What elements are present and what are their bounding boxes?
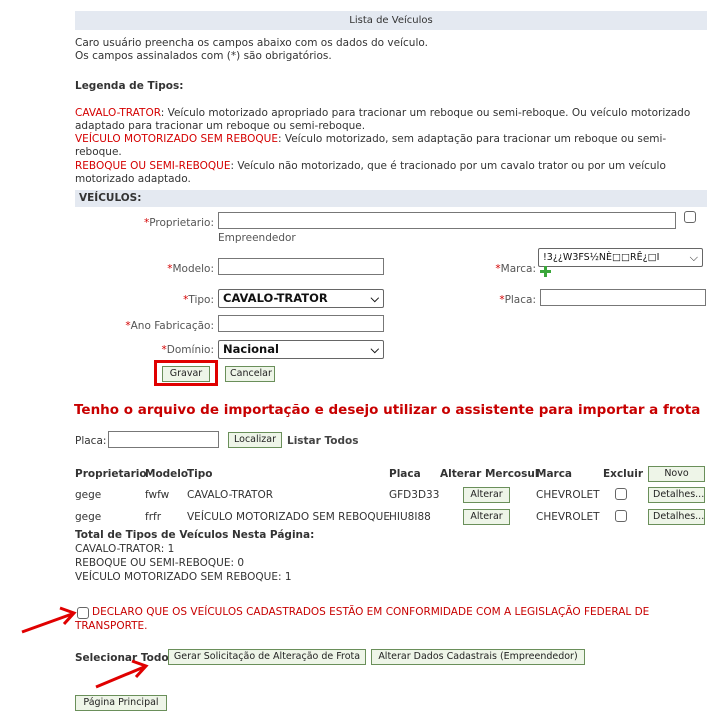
listar-todos-link[interactable]: Listar Todos <box>287 435 358 447</box>
gerar-solicitacao-button[interactable]: Gerar Solicitação de Alteração de Frota <box>168 649 366 665</box>
detalhes-button[interactable]: Detalhes... <box>648 509 705 525</box>
totals-heading: Total de Tipos de Veículos Nesta Página: <box>75 529 315 541</box>
col-header-placa: Placa <box>389 468 421 480</box>
placa-label: *Placa: <box>499 294 536 306</box>
dominio-select-value: Nacional <box>223 342 279 356</box>
tipo-select[interactable]: CAVALO-TRATOR ⌵ <box>218 289 384 308</box>
red-arrow-icon <box>92 655 152 691</box>
red-arrow-icon <box>20 600 80 636</box>
legend-reboque-term: REBOQUE OU SEMI-REBOQUE <box>75 160 231 172</box>
col-header-tipo: Tipo <box>187 468 213 480</box>
col-header-alterar-mercosul: Alterar Mercosul <box>440 468 539 480</box>
legend-cavalo: CAVALO-TRATOR: Veículo motorizado apropr… <box>75 107 690 119</box>
chevron-down-icon: ⌵ <box>370 343 379 356</box>
intro-line-1: Caro usuário preencha os campos abaixo c… <box>75 37 428 49</box>
legend-cavalo-cont: adaptado para tracionar um reboque ou se… <box>75 120 366 132</box>
legend-cavalo-term: CAVALO-TRATOR <box>75 107 161 119</box>
legend-heading: Legenda de Tipos: <box>75 80 184 92</box>
ano-fabricacao-input[interactable] <box>218 315 384 332</box>
ano-fabricacao-label: *Ano Fabricação: <box>125 320 214 332</box>
marca-select-value: !3¿¿W3FS½NÈ□□RÊ¿□I <box>543 252 660 263</box>
col-header-modelo: Modelo <box>145 468 189 480</box>
excluir-checkbox[interactable] <box>615 488 627 500</box>
row-placa: GFD3D33 <box>389 489 440 501</box>
tipo-select-value: CAVALO-TRATOR <box>223 291 328 305</box>
search-placa-input[interactable] <box>108 431 219 448</box>
marca-label: *Marca: <box>495 263 536 275</box>
pagina-principal-button[interactable]: Página Principal <box>75 695 167 711</box>
localizar-button[interactable]: Localizar <box>228 432 282 448</box>
dominio-select[interactable]: Nacional ⌵ <box>218 340 384 359</box>
page-title-bar: Lista de Veículos <box>75 11 707 30</box>
import-assistant-link[interactable]: Tenho o arquivo de importação e desejo u… <box>74 402 700 418</box>
gravar-button[interactable]: Gravar <box>162 366 210 382</box>
row-marca: CHEVROLET <box>536 511 600 523</box>
declaration-line-2: TRANSPORTE. <box>75 620 148 632</box>
cancelar-button[interactable]: Cancelar <box>225 366 275 382</box>
row-placa: HIU8I88 <box>389 511 431 523</box>
search-placa-label: Placa: <box>75 435 107 447</box>
page-title: Lista de Veículos <box>349 15 433 26</box>
excluir-checkbox[interactable] <box>615 510 627 522</box>
chevron-down-icon: ⌵ <box>370 292 379 305</box>
declaration-line-1: DECLARO QUE OS VEÍCULOS CADASTRADOS ESTÃ… <box>92 606 650 618</box>
marca-select[interactable]: !3¿¿W3FS½NÈ□□RÊ¿□I ⌵ <box>538 248 703 267</box>
legend-motorizado-cont: reboque. <box>75 146 122 158</box>
row-marca: CHEVROLET <box>536 489 600 501</box>
row-modelo: fwfw <box>145 489 170 501</box>
modelo-label: *Modelo: <box>167 263 214 275</box>
proprietario-input[interactable] <box>218 212 676 229</box>
section-veiculos: VEÍCULOS: <box>75 190 707 207</box>
col-header-excluir: Excluir <box>603 468 644 480</box>
empreendedor-label: Empreendedor <box>218 232 296 244</box>
col-header-marca: Marca <box>536 468 573 480</box>
legend-reboque-desc: : Veículo não motorizado, que é traciona… <box>230 160 666 172</box>
legend-motorizado-desc: : Veículo motorizado, sem adaptação para… <box>277 133 667 145</box>
proprietario-checkbox[interactable] <box>684 211 696 223</box>
novo-button[interactable]: Novo <box>648 466 705 482</box>
alterar-mercosul-button[interactable]: Alterar <box>463 487 510 503</box>
legend-reboque-cont: motorizado adaptado. <box>75 173 191 185</box>
row-modelo: frfr <box>145 511 162 523</box>
dominio-label: *Domínio: <box>161 344 214 356</box>
row-tipo: CAVALO-TRATOR <box>187 489 274 501</box>
legend-cavalo-desc: : Veículo motorizado apropriado para tra… <box>160 107 691 119</box>
totals-cavalo: CAVALO-TRATOR: 1 <box>75 543 175 555</box>
row-tipo: VEÍCULO MOTORIZADO SEM REBOQUE <box>187 511 390 523</box>
legend-reboque: REBOQUE OU SEMI-REBOQUE: Veículo não mot… <box>75 160 666 172</box>
add-plus-icon[interactable] <box>540 266 551 277</box>
totals-reboque: REBOQUE OU SEMI-REBOQUE: 0 <box>75 557 245 569</box>
tipo-label: *Tipo: <box>183 294 214 306</box>
modelo-input[interactable] <box>218 258 384 275</box>
col-header-proprietario: Proprietario <box>75 468 147 480</box>
intro-line-2: Os campos assinalados com (*) são obriga… <box>75 50 332 62</box>
legend-motorizado-term: VEÍCULO MOTORIZADO SEM REBOQUE <box>75 133 278 145</box>
row-proprietario: gege <box>75 511 102 523</box>
alterar-dados-cadastrais-button[interactable]: Alterar Dados Cadastrais (Empreendedor) <box>371 649 585 665</box>
chevron-down-icon: ⌵ <box>689 251 698 264</box>
legend-motorizado: VEÍCULO MOTORIZADO SEM REBOQUE: Veículo … <box>75 133 666 145</box>
proprietario-label: *Proprietario: <box>143 217 214 229</box>
totals-motorizado: VEÍCULO MOTORIZADO SEM REBOQUE: 1 <box>75 571 292 583</box>
alterar-mercosul-button[interactable]: Alterar <box>463 509 510 525</box>
row-proprietario: gege <box>75 489 102 501</box>
detalhes-button[interactable]: Detalhes... <box>648 487 705 503</box>
placa-input[interactable] <box>540 289 706 306</box>
